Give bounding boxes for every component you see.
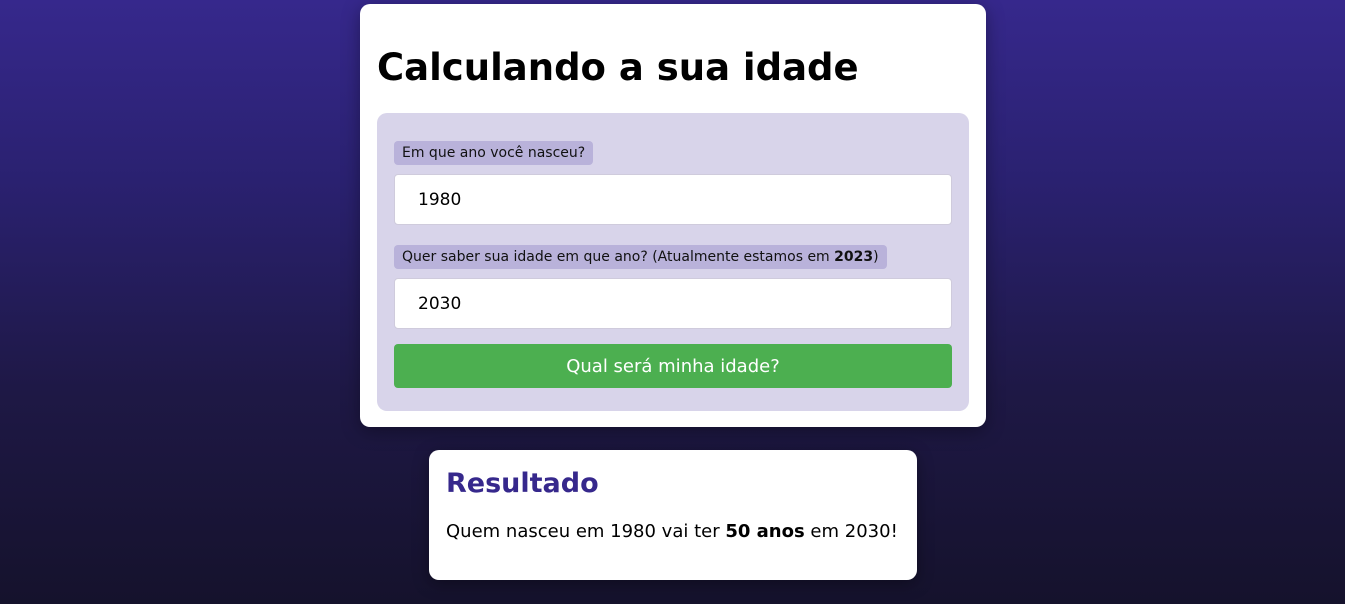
current-year: 2023 <box>834 249 874 265</box>
result-age: 50 anos <box>725 521 805 542</box>
target-year-label: Quer saber sua idade em que ano? (Atualm… <box>394 245 887 269</box>
page-title: Calculando a sua idade <box>377 46 859 89</box>
target-year-label-suffix: ) <box>873 249 879 265</box>
birth-year-label: Em que ano você nasceu? <box>394 141 594 165</box>
result-text: Quem nasceu em 1980 vai ter 50 anos em 2… <box>446 520 898 544</box>
calculate-button[interactable]: Qual será minha idade? <box>394 344 952 388</box>
target-year-label-text: Quer saber sua idade em que ano? (Atualm… <box>402 249 835 265</box>
birth-year-input[interactable] <box>394 174 952 225</box>
result-text-suffix: em 2030! <box>804 521 898 542</box>
target-year-input[interactable] <box>394 278 952 329</box>
result-text-prefix: Quem nasceu em 1980 vai ter <box>446 521 726 542</box>
result-card: Resultado Quem nasceu em 1980 vai ter 50… <box>429 450 917 580</box>
result-title: Resultado <box>446 468 599 499</box>
age-form: Em que ano você nasceu? Quer saber sua i… <box>377 113 969 411</box>
calculator-card: Calculando a sua idade Em que ano você n… <box>360 4 986 427</box>
